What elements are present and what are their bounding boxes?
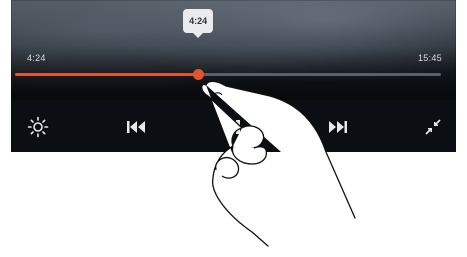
total-time: 15:45 <box>417 53 442 63</box>
sun-icon <box>27 116 49 138</box>
seek-preview-time: 4:24 <box>189 16 208 26</box>
next-button[interactable] <box>325 114 351 140</box>
current-time: 4:24 <box>27 53 46 63</box>
previous-button[interactable] <box>123 114 149 140</box>
video-frame[interactable] <box>11 0 456 100</box>
video-player[interactable]: 4:24 4:24 15:45 <box>11 0 456 152</box>
seek-bar[interactable] <box>15 69 441 80</box>
playback-controls <box>11 104 456 152</box>
play-pause-button[interactable] <box>221 114 247 140</box>
exit-fullscreen-button[interactable] <box>420 114 446 140</box>
shrink-arrows-icon <box>425 119 441 135</box>
seek-preview-tooltip: 4:24 <box>183 9 214 38</box>
skip-next-icon <box>329 121 347 133</box>
seek-bar-progress <box>15 73 199 76</box>
skip-previous-icon <box>127 121 145 133</box>
brightness-button[interactable] <box>25 114 51 140</box>
play-pause-icon <box>228 120 240 134</box>
tooltip-arrow <box>193 33 204 38</box>
